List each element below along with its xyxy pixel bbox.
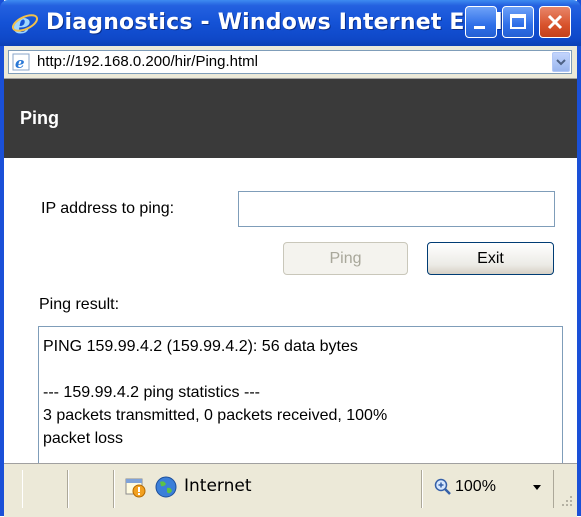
exit-button[interactable]: Exit <box>427 242 554 275</box>
title-bar[interactable]: e Diagnostics - Windows Internet Expl... <box>0 0 581 46</box>
zoom-level[interactable]: 100% <box>455 478 496 496</box>
result-line: --- 159.99.4.2 ping statistics --- <box>43 384 260 401</box>
ping-button[interactable]: Ping <box>283 242 408 275</box>
status-cell <box>22 470 68 508</box>
address-field[interactable]: e http://192.168.0.200/hir/Ping.html <box>8 50 572 74</box>
minimize-icon <box>474 26 485 29</box>
ie-page-icon: e <box>12 53 30 71</box>
address-url[interactable]: http://192.168.0.200/hir/Ping.html <box>37 51 258 73</box>
result-line: packet loss <box>43 430 124 447</box>
status-bar: Internet 100% <box>4 463 577 517</box>
globe-icon <box>155 476 177 498</box>
close-icon <box>547 14 563 30</box>
ping-result-label: Ping result: <box>39 296 120 313</box>
svg-text:e: e <box>15 54 25 71</box>
chevron-down-icon <box>556 59 566 66</box>
zoom-icon[interactable] <box>434 478 452 496</box>
result-line: PING 159.99.4.2 (159.99.4.2): 56 data by… <box>43 338 358 355</box>
ping-result-output[interactable]: PING 159.99.4.2 (159.99.4.2): 56 data by… <box>38 326 563 463</box>
maximize-button[interactable] <box>502 6 534 38</box>
window-title: Diagnostics - Windows Internet Expl... <box>46 10 529 35</box>
page-title: Ping <box>20 108 59 128</box>
result-line: 3 packets transmitted, 0 packets receive… <box>43 407 388 424</box>
ie-logo-icon: e <box>11 8 39 38</box>
page-header: Ping <box>4 79 577 158</box>
security-warning-icon[interactable] <box>124 476 146 498</box>
address-dropdown-button[interactable] <box>552 52 570 72</box>
resize-grip-icon[interactable] <box>560 494 574 508</box>
result-line <box>43 358 558 381</box>
maximize-icon <box>510 14 526 29</box>
security-zone-label: Internet <box>184 476 252 496</box>
close-button[interactable] <box>539 6 571 38</box>
browser-window: e Diagnostics - Windows Internet Expl...… <box>0 0 581 517</box>
chevron-down-icon[interactable] <box>532 484 542 492</box>
ip-address-input[interactable] <box>238 191 555 227</box>
ip-address-label: IP address to ping: <box>41 200 175 217</box>
address-bar: e http://192.168.0.200/hir/Ping.html <box>4 46 577 79</box>
minimize-button[interactable] <box>465 6 497 38</box>
status-cell <box>68 470 114 508</box>
ping-form: IP address to ping: Ping Exit Ping resul… <box>4 158 577 463</box>
